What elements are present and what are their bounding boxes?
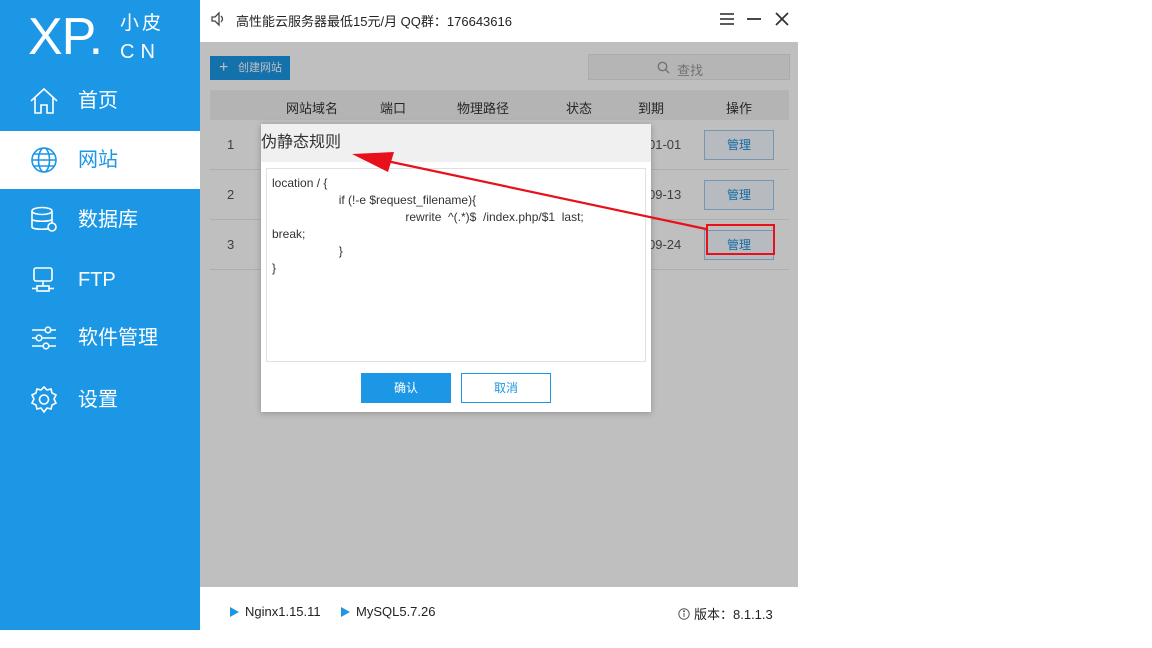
- sidebar-item-label: 设置: [78, 389, 118, 411]
- rewrite-rules-textarea[interactable]: location / { if (!-e $request_filename){…: [266, 168, 646, 362]
- sidebar-item-settings[interactable]: 设置: [0, 371, 200, 429]
- confirm-button[interactable]: 确认: [361, 373, 451, 403]
- header-notice[interactable]: 高性能云服务器最低15元/月 QQ群：176643616: [236, 11, 512, 30]
- app-window: XP. 小皮 CN 首页 网站 数据库 FTP 软件管理 设置 高性能云服务器最…: [0, 0, 800, 630]
- play-icon: [230, 607, 239, 617]
- play-icon: [341, 607, 350, 617]
- logo-bottom: CN: [120, 41, 161, 63]
- minimize-icon[interactable]: [745, 10, 763, 28]
- cancel-button[interactable]: 取消: [461, 373, 551, 403]
- info-icon: [678, 608, 690, 620]
- mysql-version: MySQL5.7.26: [356, 604, 436, 619]
- nginx-version: Nginx1.15.11: [245, 604, 321, 619]
- logo-main: XP.: [28, 8, 103, 66]
- sidebar-item-software[interactable]: 软件管理: [0, 309, 200, 367]
- dialog-title: 伪静态规则: [261, 124, 651, 162]
- logo-top: 小皮: [120, 12, 165, 34]
- sidebar-item-database[interactable]: 数据库: [0, 191, 200, 249]
- sliders-icon: [32, 326, 56, 350]
- nginx-status[interactable]: Nginx1.15.11: [230, 604, 321, 619]
- sidebar-item-website[interactable]: 网站: [0, 131, 200, 189]
- sidebar-item-home[interactable]: 首页: [0, 72, 200, 130]
- annotation-highlight-box: [706, 224, 775, 255]
- header-bar: 高性能云服务器最低15元/月 QQ群：176643616: [200, 0, 800, 38]
- sidebar-item-label: FTP: [78, 269, 116, 291]
- globe-icon: [31, 147, 57, 173]
- home-icon: [30, 87, 58, 114]
- sidebar-item-label: 数据库: [78, 209, 138, 231]
- sidebar-item-ftp[interactable]: FTP: [0, 251, 200, 309]
- status-bar: Nginx1.15.11 MySQL5.7.26 版本：8.1.1.3: [200, 588, 800, 630]
- rewrite-rules-dialog: 伪静态规则 location / { if (!-e $request_file…: [261, 124, 651, 412]
- menu-icon[interactable]: [718, 10, 736, 28]
- sidebar-item-label: 网站: [78, 149, 118, 171]
- sidebar: XP. 小皮 CN 首页 网站 数据库 FTP 软件管理 设置: [0, 0, 200, 630]
- close-icon[interactable]: [773, 10, 791, 28]
- server-icon: [32, 267, 54, 292]
- speaker-icon: [211, 11, 224, 27]
- version-info: 版本：8.1.1.3: [678, 604, 773, 623]
- version-label: 版本：8.1.1.3: [694, 607, 773, 622]
- sidebar-item-label: 首页: [78, 90, 118, 112]
- sidebar-item-label: 软件管理: [78, 327, 158, 349]
- database-icon: [31, 206, 57, 232]
- gear-icon: [30, 385, 58, 414]
- mysql-status[interactable]: MySQL5.7.26: [341, 604, 436, 619]
